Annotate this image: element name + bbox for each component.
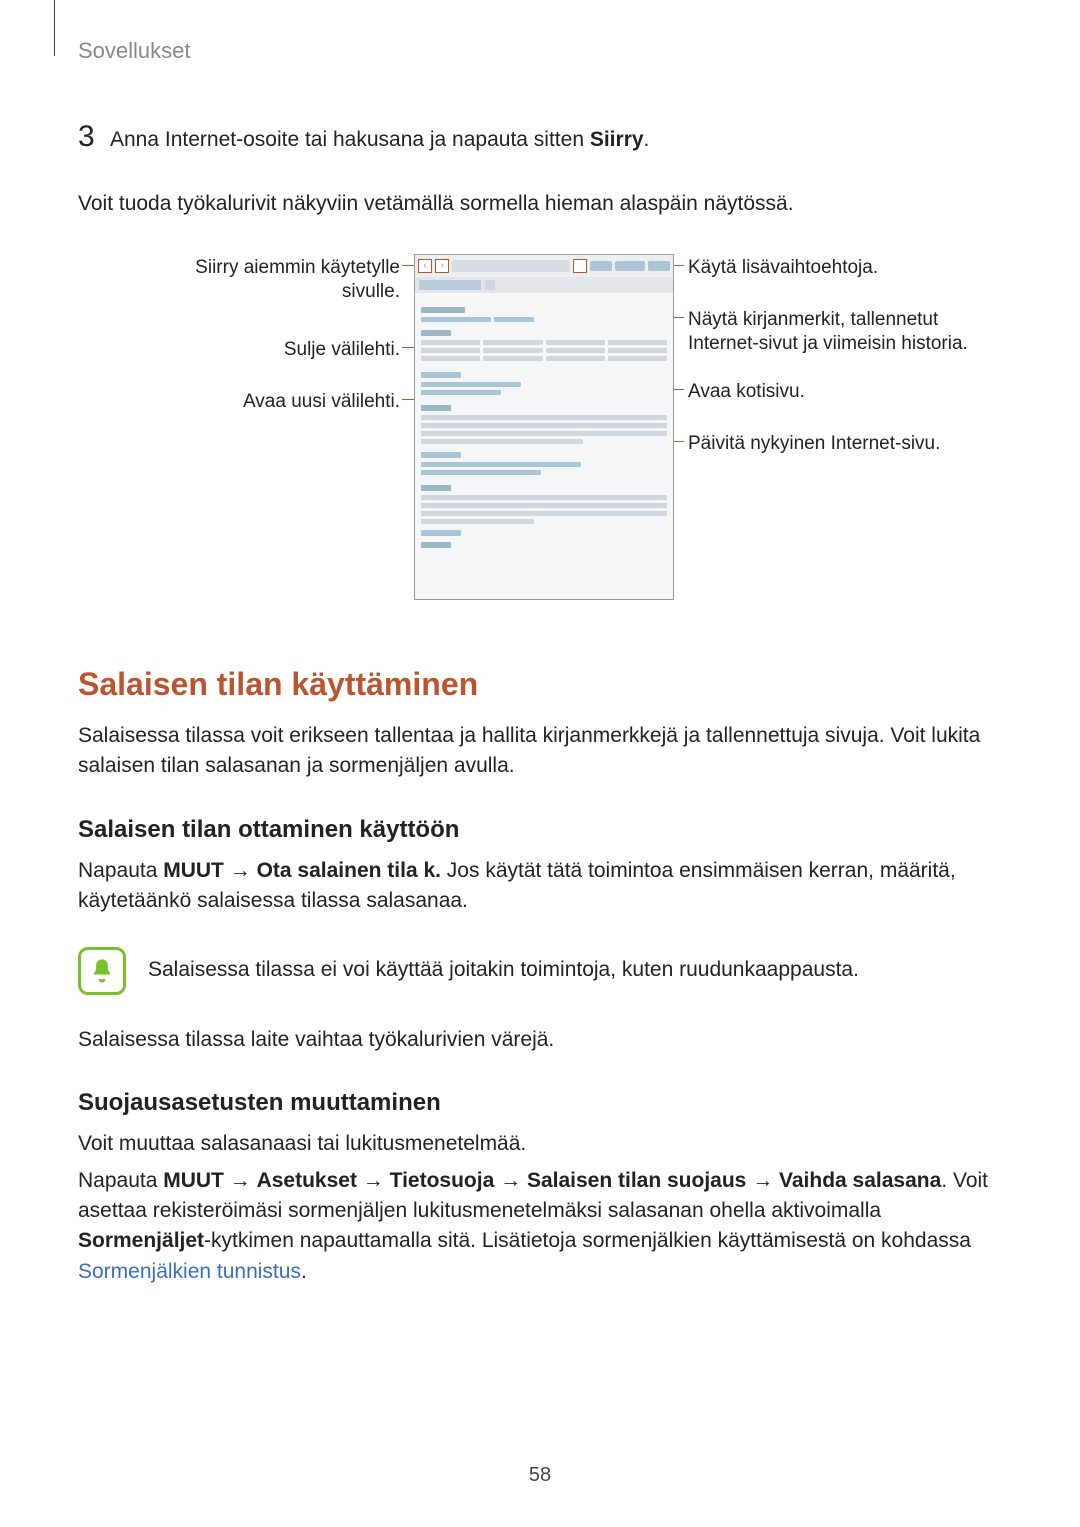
s3p2-t3: . [301, 1260, 307, 1283]
callout-home: Avaa kotisivu. [688, 380, 978, 404]
s3p2-t2: -kytkimen napauttamalla sitä. Lisätietoj… [204, 1229, 971, 1252]
callout-reload: Päivitä nykyinen Internet-sivu. [688, 432, 978, 456]
note-text: Salaisessa tilassa ei voi käyttää joitak… [148, 955, 859, 985]
bookmarks-icon [615, 261, 645, 271]
callout-back: Siirry aiemmin käytetylle sivulle. [140, 256, 400, 304]
s3p2-a: Napauta [78, 1169, 163, 1192]
s2p1-arr: → [224, 859, 257, 882]
browser-screenshot: ‹ › [414, 254, 674, 600]
step-item: 3 Anna Internet-osoite tai hakusana ja n… [78, 120, 1002, 155]
s3p2-b2: Asetukset [257, 1169, 357, 1192]
page-number: 58 [0, 1464, 1080, 1487]
browser-diagram: Siirry aiemmin käytetylle sivulle. Sulje… [78, 250, 1002, 620]
intro-paragraph: Voit tuoda työkalurivit näkyviin vetämäl… [78, 189, 1002, 219]
s2p1-a: Napauta [78, 859, 163, 882]
more-icon [648, 261, 670, 271]
note-callout: Salaisessa tilassa ei voi käyttää joitak… [78, 947, 1002, 995]
s3p2-arr1: → [224, 1169, 257, 1192]
section3-p1: Voit muuttaa salasanaasi tai lukitusmene… [78, 1129, 1002, 1159]
callout-new-tab: Avaa uusi välilehti. [140, 390, 400, 414]
step-text-bold: Siirry [590, 128, 644, 151]
step-number: 3 [78, 120, 110, 154]
section-title-secret-mode: Salaisen tilan käyttäminen [78, 666, 1002, 703]
callout-close-tab: Sulje välilehti. [140, 338, 400, 362]
section-header: Sovellukset [78, 38, 1002, 64]
section2-p2: Salaisessa tilassa laite vaihtaa työkalu… [78, 1025, 1002, 1055]
s3p2-b6: Sormenjäljet [78, 1229, 204, 1252]
callout-more: Käytä lisävaihtoehtoja. [688, 256, 978, 280]
s3p2-arr3: → [494, 1169, 527, 1192]
s3p2-arr2: → [357, 1169, 390, 1192]
back-icon: ‹ [418, 259, 432, 273]
callout-bookmarks: Näytä kirjanmerkit, tallennetut Internet… [688, 308, 978, 356]
step-text-before: Anna Internet-osoite tai hakusana ja nap… [110, 128, 590, 151]
forward-icon: › [435, 259, 449, 273]
tab-item [419, 280, 481, 290]
section1-body: Salaisessa tilassa voit erikseen tallent… [78, 721, 1002, 782]
s3p2-b1: MUUT [163, 1169, 224, 1192]
reload-icon [573, 259, 587, 273]
s2p1-b2: Ota salainen tila k. [257, 859, 441, 882]
address-bar [452, 260, 570, 272]
s3p2-b3: Tietosuoja [390, 1169, 495, 1192]
home-icon [590, 261, 612, 271]
s3p2-b5: Vaihda salasana [779, 1169, 941, 1192]
s2p1-b1: MUUT [163, 859, 224, 882]
section2-p1: Napauta MUUT → Ota salainen tila k. Jos … [78, 856, 1002, 917]
page-content [415, 293, 673, 558]
section3-p2: Napauta MUUT → Asetukset → Tietosuoja → … [78, 1166, 1002, 1288]
s3p2-arr4: → [746, 1169, 779, 1192]
step-text: Anna Internet-osoite tai hakusana ja nap… [110, 125, 649, 155]
new-tab-icon [485, 280, 495, 290]
section-title-enable-secret: Salaisen tilan ottaminen käyttöön [78, 816, 1002, 844]
step-text-after: . [644, 128, 650, 151]
s3p2-b4: Salaisen tilan suojaus [527, 1169, 746, 1192]
note-bell-icon [78, 947, 126, 995]
fingerprint-link[interactable]: Sormenjälkien tunnistus [78, 1260, 301, 1283]
section-title-security-settings: Suojausasetusten muuttaminen [78, 1089, 1002, 1117]
